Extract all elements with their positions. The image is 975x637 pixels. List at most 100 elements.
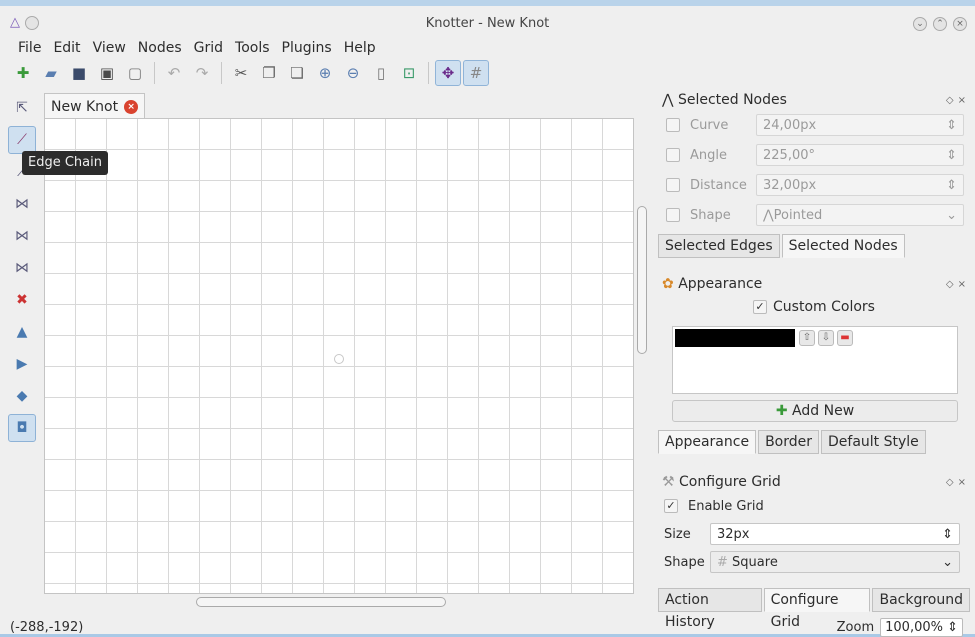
open-icon[interactable]: ▰ bbox=[38, 60, 64, 86]
paste-icon[interactable]: ❏ bbox=[284, 60, 310, 86]
tab-action-history[interactable]: Action History bbox=[658, 588, 762, 630]
unlink-icon[interactable]: ⋈ bbox=[8, 254, 36, 282]
origin-marker bbox=[334, 354, 344, 364]
tab-appearance[interactable]: Appearance bbox=[658, 430, 757, 454]
toolbar-separator bbox=[154, 62, 155, 84]
distance-checkbox[interactable] bbox=[666, 178, 680, 192]
angle-checkbox[interactable] bbox=[666, 148, 680, 162]
copy-icon[interactable]: ❐ bbox=[256, 60, 282, 86]
redo-icon[interactable]: ↷ bbox=[189, 60, 215, 86]
add-new-button[interactable]: ✚ Add New bbox=[672, 400, 958, 422]
remove-icon[interactable]: ▬ bbox=[837, 330, 853, 346]
distance-spinbox[interactable]: 32,00px ⇕ bbox=[756, 174, 964, 196]
tab-configure-grid[interactable]: Configure Grid bbox=[763, 588, 871, 630]
shape-checkbox[interactable] bbox=[666, 208, 680, 222]
minimize-icon[interactable]: ⌄ bbox=[913, 17, 927, 31]
add-new-label: Add New bbox=[792, 403, 855, 419]
grid-size-label: Size bbox=[664, 526, 691, 542]
export-icon[interactable]: ▢ bbox=[122, 60, 148, 86]
canvas-horizontal-scrollbar[interactable] bbox=[44, 594, 634, 610]
menu-edit[interactable]: Edit bbox=[47, 38, 86, 58]
grid-shape-row: Shape # Square ⌄ bbox=[658, 548, 970, 576]
grid-scrollbar[interactable] bbox=[962, 494, 974, 582]
appearance-title: Appearance bbox=[678, 276, 763, 292]
zoom-out-icon[interactable]: ⊖ bbox=[340, 60, 366, 86]
window-menu-icon[interactable] bbox=[25, 16, 39, 30]
cursor-coordinates: (-288,-192) bbox=[10, 620, 84, 635]
tab-default-style[interactable]: Default Style bbox=[821, 430, 926, 454]
enable-grid-checkbox[interactable]: ✓ bbox=[664, 499, 678, 513]
flip-vertical-icon[interactable]: ▲ bbox=[8, 318, 36, 346]
pointed-shape-icon: ⋀ bbox=[662, 92, 674, 108]
document-tab[interactable]: New Knot × bbox=[44, 93, 146, 119]
grid-size-spinbox[interactable]: 32px ⇕ bbox=[710, 523, 960, 545]
erase-icon[interactable]: ✖ bbox=[8, 286, 36, 314]
custom-colors-label: Custom Colors bbox=[773, 299, 875, 315]
menu-grid[interactable]: Grid bbox=[188, 38, 229, 58]
fit-icon[interactable]: ⊡ bbox=[396, 60, 422, 86]
tools-sidebar: ⇱ ⟋ ⟋ ⋈ ⋈ ⋈ ✖ ▲ ▶ ◆ ◘ bbox=[8, 94, 38, 446]
grid-icon: # bbox=[717, 554, 728, 570]
shape-select[interactable]: ⋀Pointed ⌄ bbox=[756, 204, 964, 226]
menu-file[interactable]: File bbox=[12, 38, 47, 58]
flip-horizontal-icon[interactable]: ▶ bbox=[8, 350, 36, 378]
custom-colors-checkbox[interactable]: ✓ bbox=[753, 300, 768, 314]
tab-selected-nodes[interactable]: Selected Nodes bbox=[781, 234, 905, 258]
panel-controls-icon[interactable]: ◇× bbox=[946, 95, 970, 106]
tab-selected-edges[interactable]: Selected Edges bbox=[658, 234, 780, 258]
pointed-icon: ⋀ bbox=[763, 207, 774, 223]
move-down-icon[interactable]: ⇩ bbox=[818, 330, 834, 346]
angle-spinbox[interactable]: 225,00° ⇕ bbox=[756, 144, 964, 166]
zoom-label: Zoom bbox=[836, 620, 875, 635]
zoom-spinbox[interactable]: 100,00% ⇕ bbox=[880, 618, 963, 637]
page-icon[interactable]: ▯ bbox=[368, 60, 394, 86]
curve-spinbox[interactable]: 24,00px ⇕ bbox=[756, 114, 964, 136]
enable-grid-row: ✓ Enable Grid bbox=[658, 492, 970, 520]
vertical-scroll-thumb[interactable] bbox=[637, 206, 647, 354]
rotate-icon[interactable]: ◆ bbox=[8, 382, 36, 410]
move-up-icon[interactable]: ⇧ bbox=[799, 330, 815, 346]
horizontal-scroll-thumb[interactable] bbox=[196, 597, 446, 607]
link-icon[interactable]: ⋈ bbox=[8, 222, 36, 250]
tab-border[interactable]: Border bbox=[758, 430, 819, 454]
scale-icon[interactable]: ◘ bbox=[8, 414, 36, 442]
distance-row: Distance 32,00px ⇕ bbox=[658, 170, 970, 200]
wrench-icon: ⚒ bbox=[662, 474, 675, 490]
menu-plugins[interactable]: Plugins bbox=[276, 38, 338, 58]
distance-label: Distance bbox=[690, 177, 747, 193]
menu-help[interactable]: Help bbox=[338, 38, 382, 58]
insert-node-icon[interactable]: ⋈ bbox=[8, 190, 36, 218]
grid-shape-select[interactable]: # Square ⌄ bbox=[710, 551, 960, 573]
undo-icon[interactable]: ↶ bbox=[161, 60, 187, 86]
new-file-icon[interactable]: ✚ bbox=[10, 60, 36, 86]
save-icon[interactable]: ■ bbox=[66, 60, 92, 86]
selected-nodes-panel: ⋀ Selected Nodes ◇× Curve 24,00px ⇕ Angle… bbox=[658, 90, 970, 258]
snap-nodes-icon[interactable]: ✥ bbox=[435, 60, 461, 86]
canvas-vertical-scrollbar[interactable] bbox=[634, 118, 650, 594]
tab-background[interactable]: Background bbox=[872, 588, 970, 612]
close-tab-icon[interactable]: × bbox=[124, 99, 139, 114]
panel-controls-icon[interactable]: ◇× bbox=[946, 279, 970, 290]
save-as-icon[interactable]: ▣ bbox=[94, 60, 120, 86]
app-window: △ Knotter - New Knot ⌄ ⌃ × File Edit Vie… bbox=[0, 0, 975, 637]
chevron-down-icon: ⌄ bbox=[946, 207, 957, 223]
close-window-icon[interactable]: × bbox=[953, 17, 967, 31]
knot-canvas[interactable] bbox=[44, 118, 634, 594]
panel-controls-icon[interactable]: ◇× bbox=[946, 477, 970, 488]
grid-shape-label: Shape bbox=[664, 554, 705, 570]
select-icon[interactable]: ⇱ bbox=[8, 94, 36, 122]
menu-view[interactable]: View bbox=[87, 38, 132, 58]
angle-label: Angle bbox=[690, 147, 727, 163]
curve-checkbox[interactable] bbox=[666, 118, 680, 132]
maximize-icon[interactable]: ⌃ bbox=[933, 17, 947, 31]
cut-icon[interactable]: ✂ bbox=[228, 60, 254, 86]
grid-icon[interactable]: # bbox=[463, 60, 489, 86]
menu-nodes[interactable]: Nodes bbox=[132, 38, 188, 58]
appearance-scrollbar[interactable] bbox=[962, 296, 974, 430]
color-swatch[interactable] bbox=[675, 329, 795, 347]
menu-tools[interactable]: Tools bbox=[229, 38, 276, 58]
zoom-in-icon[interactable]: ⊕ bbox=[312, 60, 338, 86]
palette-icon: ✿ bbox=[662, 276, 674, 292]
edge-chain-icon[interactable]: ⟋ bbox=[8, 126, 36, 154]
appearance-tabs: Appearance Border Default Style bbox=[658, 430, 970, 454]
